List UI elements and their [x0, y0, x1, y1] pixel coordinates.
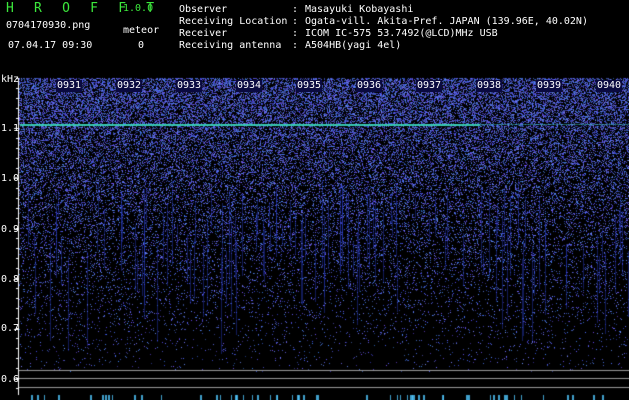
y-tick-label: 0.8 [1, 274, 20, 285]
axis-unit-label: kHz [1, 74, 20, 85]
y-tick-label: 0.9 [1, 224, 20, 235]
file-datetime: 07.04.17 09:30 [8, 40, 93, 51]
spectrogram-canvas [0, 0, 629, 400]
x-tick-label: 0931 [56, 80, 83, 92]
app-version: 1.0.0 [123, 3, 154, 14]
info-separator: : [292, 4, 299, 15]
info-value: Masayuki Kobayashi [305, 4, 414, 15]
hrofft-window: H R O F F T 1.0.0 0704170930.png 07.04.1… [0, 0, 629, 400]
y-tick-label: 0.6 [1, 374, 20, 385]
info-label: Observer [179, 4, 228, 15]
file-name: 0704170930.png [6, 20, 91, 31]
meteor-count: 0 [138, 40, 145, 51]
y-tick-label: 0.7 [1, 323, 20, 334]
x-tick-label: 0938 [476, 80, 503, 92]
info-separator: : [292, 28, 299, 39]
info-separator: : [292, 40, 299, 51]
info-label: Receiving antenna [179, 40, 282, 51]
x-tick-label: 0936 [356, 80, 383, 92]
meteor-label: meteor [123, 25, 160, 36]
y-tick-label: 1.0 [1, 173, 20, 184]
info-value: A504HB(yagi 4el) [305, 40, 402, 51]
x-tick-label: 0934 [236, 80, 263, 92]
x-tick-label: 0933 [176, 80, 203, 92]
x-tick-label: 0932 [116, 80, 143, 92]
info-value: ICOM IC-575 53.7492(@LCD)MHz USB [305, 28, 498, 39]
x-tick-label: 0937 [416, 80, 443, 92]
info-label: Receiving Location [179, 16, 288, 27]
info-separator: : [292, 16, 299, 27]
info-value: Ogata-vill. Akita-Pref. JAPAN (139.96E, … [305, 16, 588, 27]
x-tick-label: 0939 [536, 80, 563, 92]
x-tick-label: 0940 [596, 80, 623, 92]
y-tick-label: 1.1 [1, 123, 20, 134]
info-label: Receiver [179, 28, 228, 39]
x-tick-label: 0935 [296, 80, 323, 92]
